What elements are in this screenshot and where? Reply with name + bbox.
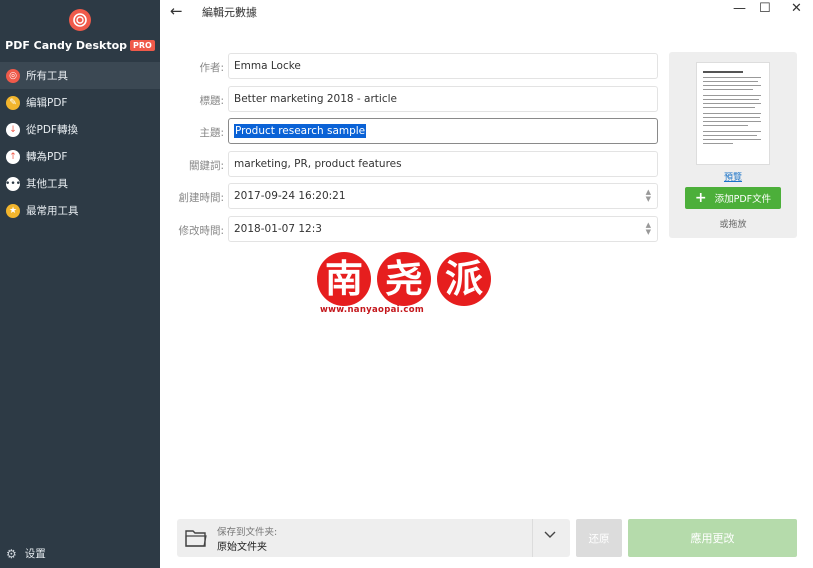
- sidebar-item-label: 最常用工具: [26, 205, 79, 217]
- keywords-row: 關鍵詞:: [160, 151, 224, 177]
- modified-value: 2018-01-07 12:3: [234, 223, 322, 235]
- pro-badge: PRO: [130, 40, 155, 51]
- author-label: 作者:: [199, 62, 224, 74]
- star-icon: ★: [6, 203, 20, 218]
- save-to-value: 原始文件夹: [217, 542, 267, 553]
- created-value: 2017-09-24 16:20:21: [234, 190, 346, 202]
- folder-icon: [185, 528, 207, 551]
- gear-icon: ⚙: [6, 546, 17, 561]
- keywords-label: 關鍵詞:: [188, 160, 224, 172]
- preview-link[interactable]: 預覽: [669, 170, 797, 183]
- watermark-url: www.nanyaopai.com: [320, 305, 424, 315]
- settings-label: 设置: [24, 548, 46, 560]
- brand-name: PDF Candy Desktop PRO: [0, 39, 160, 52]
- author-field[interactable]: Emma Locke: [228, 53, 658, 79]
- save-to-label: 保存到文件夹:: [217, 527, 278, 538]
- plus-icon: +: [694, 190, 707, 206]
- more-icon: •••: [5, 176, 21, 191]
- sidebar-item-other-tools[interactable]: ••• 其他工具: [0, 170, 160, 197]
- sidebar-item-label: 其他工具: [26, 178, 68, 190]
- drop-hint: 或拖放: [719, 220, 747, 230]
- preview-panel: 預覽 + 添加PDF文件 或拖放: [669, 52, 797, 238]
- maximize-icon[interactable]: ☐: [759, 1, 771, 16]
- pencil-icon: ✎: [6, 95, 20, 110]
- title-field[interactable]: Better marketing 2018 - article: [228, 86, 658, 112]
- sidebar-item-edit-pdf[interactable]: ✎ 编辑PDF: [0, 89, 160, 116]
- subject-field[interactable]: Product research sample: [228, 118, 658, 144]
- created-datetime-field[interactable]: 2017-09-24 16:20:21 ▲ ▼: [228, 183, 658, 209]
- sidebar: PDF Candy Desktop PRO ◎ 所有工具 ✎ 编辑PDF ↓ 從P…: [0, 0, 160, 568]
- watermark-char: 南: [317, 252, 371, 306]
- watermark-char: 尧: [377, 252, 431, 306]
- add-pdf-button[interactable]: + 添加PDF文件: [685, 187, 781, 209]
- back-arrow-icon[interactable]: ←: [170, 2, 183, 20]
- keywords-field[interactable]: marketing, PR, product features: [228, 151, 658, 177]
- title-label: 標題:: [199, 95, 224, 107]
- watermark-char: 派: [437, 252, 491, 306]
- created-row: 創建時間:: [160, 183, 224, 209]
- sidebar-nav: ◎ 所有工具 ✎ 编辑PDF ↓ 從PDF轉換 ↑ 轉為PDF ••• 其他工具…: [0, 62, 160, 224]
- divider: [532, 519, 533, 557]
- sidebar-item-label: 编辑PDF: [26, 97, 68, 109]
- apply-changes-button[interactable]: 應用更改: [628, 519, 797, 557]
- modified-label: 修改時間:: [178, 225, 224, 237]
- created-label: 創建時間:: [178, 192, 224, 204]
- sidebar-item-label: 從PDF轉換: [26, 124, 78, 136]
- save-location-selector[interactable]: 保存到文件夹: 原始文件夹: [177, 519, 570, 557]
- sidebar-item-favorites[interactable]: ★ 最常用工具: [0, 197, 160, 224]
- pdf-candy-logo: [69, 9, 91, 31]
- spinner-icon[interactable]: ▲ ▼: [646, 189, 651, 203]
- modified-datetime-field[interactable]: 2018-01-07 12:3 ▲ ▼: [228, 216, 658, 242]
- arrow-down-icon: ↓: [6, 122, 20, 137]
- sidebar-item-label: 轉為PDF: [26, 151, 68, 163]
- candy-icon: ◎: [6, 68, 20, 83]
- subject-selected-text: Product research sample: [234, 124, 367, 138]
- title-row: 標題:: [160, 86, 224, 112]
- sidebar-item-label: 所有工具: [26, 70, 68, 82]
- close-icon[interactable]: ✕: [791, 1, 802, 16]
- sidebar-item-all-tools[interactable]: ◎ 所有工具: [0, 62, 160, 89]
- document-thumbnail[interactable]: [696, 62, 770, 165]
- minimize-icon[interactable]: —: [733, 1, 746, 16]
- add-pdf-label: 添加PDF文件: [714, 194, 772, 205]
- watermark: 南 尧 派 www.nanyaopai.com: [317, 252, 505, 318]
- author-row: 作者:: [160, 53, 224, 79]
- subject-label: 主題:: [199, 127, 224, 139]
- page-title: 編輯元數據: [202, 6, 257, 19]
- subject-row: 主題:: [160, 118, 224, 144]
- brand-label: PDF Candy Desktop: [5, 39, 128, 52]
- sidebar-item-convert-to-pdf[interactable]: ↑ 轉為PDF: [0, 143, 160, 170]
- restore-button[interactable]: 还原: [576, 519, 622, 557]
- spinner-icon[interactable]: ▲ ▼: [646, 222, 651, 236]
- settings-button[interactable]: ⚙ 设置: [6, 546, 46, 561]
- arrow-up-icon: ↑: [6, 149, 20, 164]
- sidebar-item-convert-from-pdf[interactable]: ↓ 從PDF轉換: [0, 116, 160, 143]
- modified-row: 修改時間:: [160, 216, 224, 242]
- chevron-down-icon[interactable]: [544, 529, 556, 542]
